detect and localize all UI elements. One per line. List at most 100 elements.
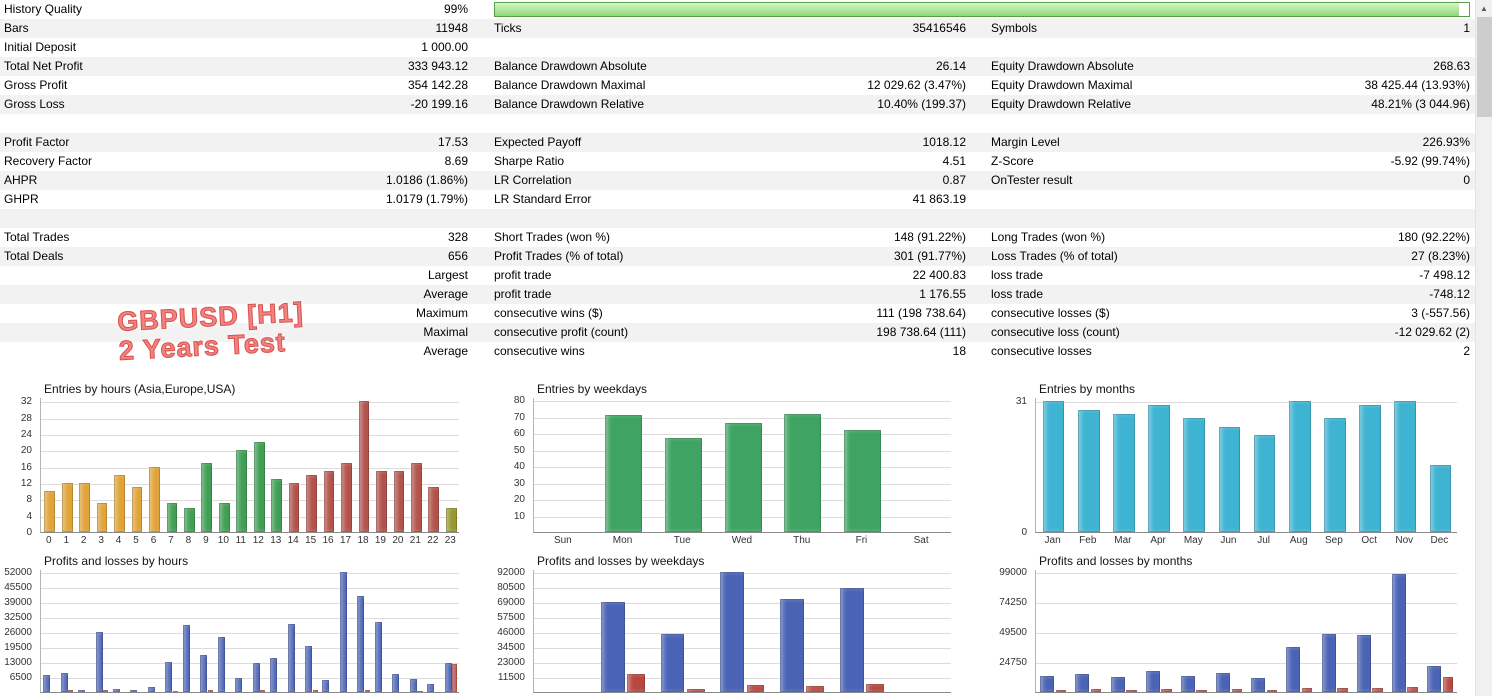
y-axis-label: 0 [26,527,32,538]
stat-value: 0 [1463,173,1470,187]
table-row: Average profit trade 1 176.55 loss trade -74… [0,285,1475,304]
bar [627,674,646,692]
y-axis-label: 80 [513,395,525,407]
plot-area [1035,398,1457,533]
y-axis-label: 6500 [9,672,32,684]
bar [1090,688,1102,692]
table-row: Average consecutive wins 18 consecutive los… [0,342,1475,361]
stat-label: AHPR [4,173,38,187]
chart-entries-by-weekdays: Entries by weekdays 10 20 30 40 50 60 70 80 Sun… [495,381,951,549]
bar [287,624,295,692]
stat-label: Total Trades [4,230,70,244]
stat-value: Maximum [415,306,468,320]
bar [444,663,452,692]
stat-value: -7 498.12 [1419,268,1470,282]
stat-value: 656 [447,249,468,263]
y-axis-label: 23000 [497,657,525,669]
bar [252,663,260,692]
stat-value: 0.87 [942,173,966,187]
stat-value: 2 [1463,344,1470,358]
scrollbar[interactable]: ▲ [1475,0,1492,696]
y-axis-label: 26000 [4,627,32,639]
chevron-up-icon: ▲ [1480,4,1488,13]
bar [1337,687,1348,692]
y-axis-label: 34500 [497,642,525,654]
bar [365,689,371,692]
bar [839,588,864,692]
stat-label: loss trade [991,268,1044,282]
bar [806,686,825,692]
gridline [41,402,459,404]
bar [1113,413,1135,532]
scroll-up-button[interactable]: ▲ [1476,0,1492,17]
bar [1183,418,1206,532]
gridline [41,618,459,620]
bar [357,596,365,692]
bar [417,690,423,692]
y-axis-label: 39000 [4,597,32,609]
gridline [41,603,459,605]
gridline [534,401,951,403]
bar [1077,409,1100,532]
stat-label: Short Trades (won %) [494,230,611,244]
bar [173,690,179,692]
chart-entries-by-months: Entries by months 0 31 Jan Feb Mar Apr May Jun… [992,381,1457,549]
bar [1180,676,1195,692]
table-row: Maximal consecutive profit (count) 198 738… [0,323,1475,342]
bar [427,684,435,692]
stat-value: 268.63 [1433,59,1470,73]
y-axis-label: 0 [1021,527,1027,538]
bar [746,684,765,692]
stat-value: 26.14 [935,59,966,73]
stat-value: 99% [443,2,468,16]
stat-value: 111 (198 738.64) [876,306,966,320]
gridline [41,451,459,453]
stat-label [0,114,240,133]
x-axis-label: 20 [392,535,404,546]
y-axis-label: 19500 [4,642,32,654]
scrollbar-thumb[interactable] [1477,17,1492,117]
y-axis: 24750 49500 74250 99000 [995,567,1030,692]
bar [1356,635,1371,692]
stat-label: Symbols [991,21,1038,35]
stat-label [991,209,1236,228]
bar [112,688,120,692]
y-axis-label: 4 [26,510,32,522]
bar [600,602,625,692]
x-axis-label: 16 [322,535,334,546]
x-axis-label: 4 [115,535,122,546]
bar [392,673,400,692]
y-axis-label: 28 [20,412,32,424]
backtest-report: History Quality 99% Bars 11948 Ticks 354165… [0,0,1492,696]
bar [96,503,108,532]
y-axis-label: 92000 [497,567,525,579]
bar [1286,646,1301,692]
stat-label [991,38,1236,57]
bar [1391,573,1406,692]
bar [1126,689,1137,692]
x-axis-label: Nov [1395,535,1414,546]
stat-label: OnTester result [991,173,1073,187]
x-axis-label: 0 [45,535,52,546]
bar [410,462,422,532]
x-axis-label: Fri [855,535,868,546]
bar [1266,689,1278,692]
stat-value: 8.69 [444,154,468,168]
bar [358,401,370,532]
bar [1253,435,1276,532]
y-axis-label: 12 [20,477,32,489]
bar [664,438,702,532]
bar [1394,401,1417,532]
chart-title: Profits and losses by hours [44,554,189,568]
stat-label: profit trade [494,287,552,301]
